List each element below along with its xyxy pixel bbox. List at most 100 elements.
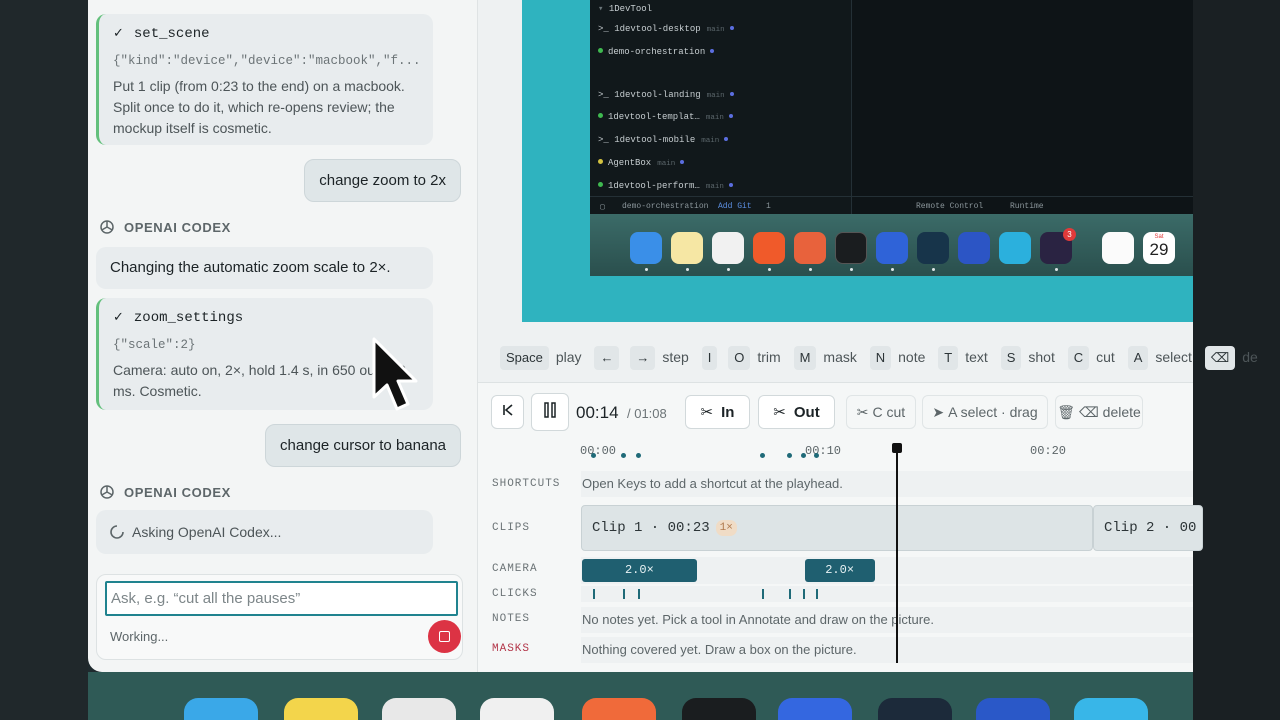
repo-item[interactable]: demo-orchestration xyxy=(598,47,715,65)
track-label-camera: CAMERA xyxy=(492,563,538,575)
app-icon[interactable] xyxy=(976,698,1050,720)
pause-icon xyxy=(544,402,556,418)
go-to-start-button[interactable] xyxy=(491,395,524,429)
skip-back-icon xyxy=(502,404,513,416)
app-icon xyxy=(958,232,990,264)
onedev-icon[interactable] xyxy=(682,698,756,720)
assistant-message: Changing the automatic zoom scale to 2×. xyxy=(96,247,433,289)
camera-zoom-segment[interactable]: 2.0× xyxy=(582,559,697,582)
assistant-thinking: Asking OpenAI Codex... xyxy=(96,510,433,554)
ruler-click-dot xyxy=(814,453,819,458)
click-marker xyxy=(789,589,791,599)
trim-out-button[interactable]: ✂ Out xyxy=(758,395,835,429)
key-hint: M xyxy=(793,346,817,370)
track-label-clips: CLIPS xyxy=(492,522,531,534)
mouse-cursor-icon xyxy=(372,337,418,411)
speed-badge: 1× xyxy=(715,520,737,536)
timeline-panel: 00:14 / 01:08 ✂ In ✂ Out ✂ C cut ➤ A select … xyxy=(478,382,1203,672)
chrome-icon xyxy=(712,232,744,264)
pause-button[interactable] xyxy=(531,393,569,431)
click-marker xyxy=(638,589,641,599)
ruler-tick: 00:10 xyxy=(805,444,842,458)
app-icon[interactable] xyxy=(1074,698,1148,720)
repo-item[interactable]: >_ 1devtool-mobile main xyxy=(598,135,729,153)
terminal-icon: >_ xyxy=(598,90,615,100)
playhead[interactable] xyxy=(896,443,898,663)
device-screen: ▾ 1DevTool >_ 1devtool-desktop main demo-… xyxy=(590,0,1193,276)
preview-canvas[interactable]: ▾ 1DevTool >_ 1devtool-desktop main demo-… xyxy=(522,0,1193,322)
tool-call-title: ✓ set_scene xyxy=(113,26,210,42)
clip-block[interactable]: Clip 2 · 00 xyxy=(1093,505,1203,551)
notes-icon xyxy=(671,232,703,264)
key-hint: O xyxy=(728,346,751,370)
track-label-masks: MASKS xyxy=(492,643,531,655)
click-marker xyxy=(816,589,818,599)
pointer-icon: ➤ xyxy=(932,403,945,420)
editor-area: ▾ 1DevTool >_ 1devtool-desktop main demo-… xyxy=(478,0,1258,672)
scissors-icon: ✂ xyxy=(856,403,869,420)
select-tool-button[interactable]: ➤ A select · drag xyxy=(922,395,1048,429)
masks-track-text: Nothing covered yet. Draw a box on the p… xyxy=(582,642,857,657)
chat-composer: Working... xyxy=(96,574,463,660)
key-hint: I xyxy=(701,346,718,370)
clip-block[interactable]: Clip 1 · 00:23 1× xyxy=(581,505,1093,551)
chrome-icon[interactable] xyxy=(382,698,456,720)
ruler-tick: 00:00 xyxy=(580,444,617,458)
current-time: 00:14 xyxy=(576,403,619,422)
repo-item[interactable]: 1devtool-templat… main xyxy=(598,112,733,130)
claude-icon[interactable] xyxy=(582,698,656,720)
click-marker xyxy=(802,589,805,599)
ruler-click-dot xyxy=(636,453,642,458)
repo-item[interactable]: >_ 1devtool-desktop main xyxy=(598,24,734,42)
screen-sidebar: ▾ 1DevTool >_ 1devtool-desktop main demo-… xyxy=(590,0,852,220)
repo-item[interactable]: AgentBox main xyxy=(598,158,685,176)
user-message: change cursor to banana xyxy=(265,424,461,467)
camera-zoom-segment[interactable]: 2.0× xyxy=(804,559,875,582)
app-icon[interactable] xyxy=(878,698,952,720)
key-hint: C xyxy=(1067,346,1090,370)
cut-tool-button[interactable]: ✂ C cut xyxy=(846,395,916,429)
screen-dock: 3 Sat 29 xyxy=(590,214,1193,276)
clicks-track[interactable] xyxy=(581,586,1193,602)
total-time: / 01:08 xyxy=(627,406,667,421)
sender-label: OPENAI CODEX xyxy=(98,483,231,501)
openai-logo-icon xyxy=(100,220,114,234)
trash-icon: 🗑 xyxy=(1057,403,1075,420)
app-icon[interactable] xyxy=(778,698,852,720)
finder-icon xyxy=(630,232,662,264)
chat-input[interactable] xyxy=(105,581,458,616)
tool-call-args: {"kind":"device","device":"macbook","f..… xyxy=(113,54,421,68)
tool-call-title: ✓ zoom_settings xyxy=(113,310,244,326)
working-status: Working... xyxy=(110,629,169,644)
ruler-click-dot xyxy=(787,453,792,458)
app-icon xyxy=(999,232,1031,264)
finder-icon[interactable] xyxy=(184,698,258,720)
terminal-icon: >_ xyxy=(598,135,615,145)
key-hint: S xyxy=(1000,346,1022,370)
panel-icon: ▢ xyxy=(600,203,605,212)
key-hint: A xyxy=(1127,346,1149,370)
delete-button[interactable]: 🗑 ⌫ delete xyxy=(1055,395,1143,429)
brave-icon[interactable] xyxy=(480,698,554,720)
left-bezel xyxy=(0,0,88,720)
click-marker xyxy=(762,589,764,599)
trim-in-button[interactable]: ✂ In xyxy=(685,395,750,429)
app-icon xyxy=(917,232,949,264)
ruler-click-dot xyxy=(760,453,765,458)
screen-statusbar: ▢ demo-orchestration Add Git 1 Remote Co… xyxy=(590,196,1193,214)
track-label-notes: NOTES xyxy=(492,613,531,625)
ruler-click-dot xyxy=(620,453,626,458)
repo-item[interactable]: >_ 1devtool-landing main xyxy=(598,90,734,108)
notes-icon[interactable] xyxy=(284,698,358,720)
onedev-icon xyxy=(835,232,867,264)
check-icon: ✓ xyxy=(113,26,124,41)
click-marker xyxy=(593,589,596,599)
shortcut-hints: Space play ← → step I Otrim Mmask Nnote Tt… xyxy=(500,346,1267,370)
key-hint: T xyxy=(938,346,959,370)
app-icon xyxy=(876,232,908,264)
add-git-link[interactable]: Add Git xyxy=(718,202,752,211)
repo-group: ▾ 1DevTool xyxy=(598,4,653,14)
key-hint: → xyxy=(630,346,656,370)
stop-button[interactable] xyxy=(428,620,461,653)
scissors-icon: ✂ xyxy=(773,404,786,421)
